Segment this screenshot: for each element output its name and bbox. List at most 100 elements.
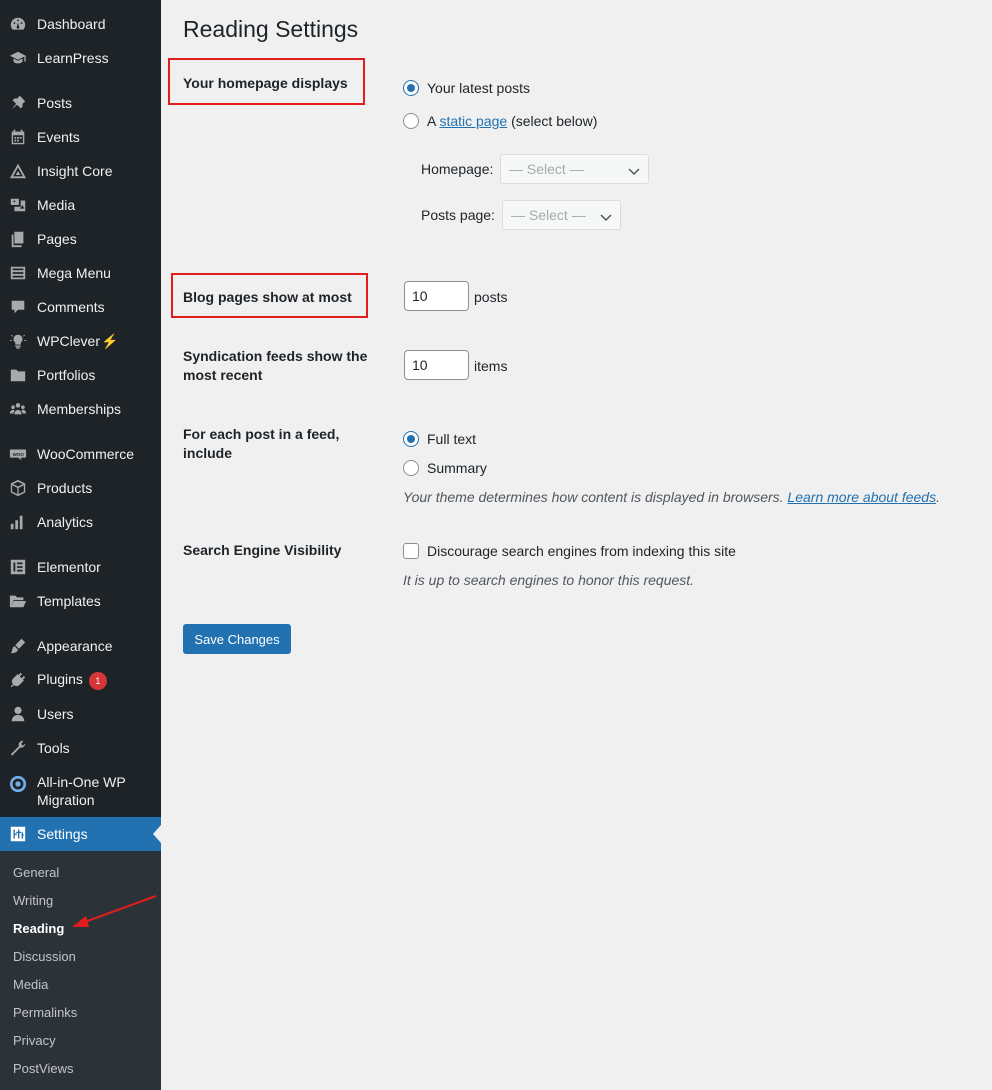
sidebar-item-all-in-one-wp-migration[interactable]: All-in-One WP Migration — [0, 773, 161, 813]
radio-label: A static page (select below) — [427, 113, 598, 129]
migration-icon — [8, 774, 28, 794]
radio-summary[interactable]: Summary — [403, 459, 487, 477]
calendar-icon — [8, 127, 28, 147]
radio-latest-posts[interactable]: Your latest posts — [403, 79, 530, 97]
settings-icon — [8, 824, 28, 844]
chevron-down-icon — [600, 210, 612, 222]
posts-unit-label: posts — [474, 289, 508, 305]
sidebar-item-label: Templates — [37, 593, 101, 609]
radio-button[interactable] — [403, 113, 419, 129]
radio-static-page[interactable]: A static page (select below) — [403, 112, 597, 130]
groups-icon — [8, 399, 28, 419]
feed-description: Your theme determines how content is dis… — [403, 489, 940, 505]
dashboard-icon — [8, 14, 28, 34]
sidebar-item-label: Portfolios — [37, 367, 96, 383]
search-visibility-label: Search Engine Visibility — [183, 542, 342, 558]
sidebar-item-products[interactable]: Products — [0, 471, 161, 505]
sidebar-item-label: All-in-One WP Migration — [37, 774, 126, 808]
sidebar-item-label: WPClever⚡ — [37, 333, 119, 349]
search-visibility-description: It is up to search engines to honor this… — [403, 572, 695, 588]
main-content: Reading Settings Your homepage displays … — [161, 0, 992, 1090]
items-unit-label: items — [474, 358, 508, 374]
sidebar-item-insight-core[interactable]: Insight Core — [0, 154, 161, 188]
sidebar-item-templates[interactable]: Templates — [0, 584, 161, 618]
sidebar-item-label: Appearance — [37, 638, 113, 654]
sidebar-item-pages[interactable]: Pages — [0, 222, 161, 256]
discourage-search-checkbox[interactable] — [403, 543, 419, 559]
sidebar-item-label: Analytics — [37, 514, 94, 530]
blog-pages-label: Blog pages show at most — [183, 289, 352, 305]
discourage-search-checkbox-row[interactable]: Discourage search engines from indexing … — [403, 542, 736, 560]
sidebar-item-label: Dashboard — [37, 16, 106, 32]
sidebar-item-portfolios[interactable]: Portfolios — [0, 358, 161, 392]
submenu-item-reading[interactable]: Reading — [13, 921, 64, 937]
sidebar-item-label: Insight Core — [37, 163, 113, 179]
sidebar-item-woocommerce[interactable]: WOO WooCommerce — [0, 437, 161, 471]
pin-icon — [8, 93, 28, 113]
sidebar-item-label: Tools — [37, 740, 70, 756]
update-count-badge: 1 — [88, 671, 107, 690]
submenu-item-discussion[interactable]: Discussion — [13, 949, 76, 965]
sidebar-item-media[interactable]: Media — [0, 188, 161, 222]
radio-button[interactable] — [403, 80, 419, 96]
sidebar-item-label: Users — [37, 706, 74, 722]
posts-per-rss-input[interactable]: 10 — [404, 350, 469, 380]
sidebar-item-label: Comments — [37, 299, 105, 315]
sidebar-item-wpclever[interactable]: WPClever⚡ — [0, 324, 161, 358]
radio-button[interactable] — [403, 460, 419, 476]
sidebar-item-analytics[interactable]: Analytics — [0, 505, 161, 539]
bar-chart-icon — [8, 512, 28, 532]
select-value: — Select — — [511, 207, 586, 223]
sidebar-item-appearance[interactable]: Appearance — [0, 629, 161, 663]
woocommerce-icon: WOO — [8, 444, 28, 464]
learn-more-feeds-link[interactable]: Learn more about feeds — [787, 489, 936, 505]
lightbulb-icon — [8, 331, 28, 351]
posts-per-page-input[interactable]: 10 — [404, 281, 469, 311]
sidebar-item-label: Pages — [37, 231, 77, 247]
sidebar-item-posts[interactable]: Posts — [0, 86, 161, 120]
static-page-link[interactable]: static page — [439, 113, 507, 129]
comment-icon — [8, 297, 28, 317]
box-icon — [8, 478, 28, 498]
select-value: — Select — — [509, 161, 584, 177]
submenu-item-privacy[interactable]: Privacy — [13, 1033, 56, 1049]
sidebar-item-label: Memberships — [37, 401, 122, 417]
sidebar-item-label: LearnPress — [37, 50, 109, 66]
sidebar-item-events[interactable]: Events — [0, 120, 161, 154]
submenu-item-permalinks[interactable]: Permalinks — [13, 1005, 77, 1021]
feed-include-label: For each post in a feed, include — [183, 426, 340, 461]
sidebar-item-label: Elementor — [37, 559, 101, 575]
submenu-item-general[interactable]: General — [13, 865, 59, 881]
posts-page-select[interactable]: — Select — — [502, 200, 621, 230]
homepage-select[interactable]: — Select — — [500, 154, 649, 184]
sidebar-item-elementor[interactable]: Elementor — [0, 550, 161, 584]
submenu-item-media[interactable]: Media — [13, 977, 48, 993]
sidebar-item-tools[interactable]: Tools — [0, 731, 161, 765]
radio-label: Summary — [427, 460, 487, 476]
svg-text:WOO: WOO — [13, 452, 25, 457]
radio-label: Your latest posts — [427, 80, 530, 96]
sidebar-item-memberships[interactable]: Memberships — [0, 392, 161, 426]
submenu-item-postviews[interactable]: PostViews — [13, 1061, 73, 1077]
brush-icon — [8, 636, 28, 656]
radio-button[interactable] — [403, 431, 419, 447]
radio-label: Full text — [427, 431, 477, 447]
radio-full-text[interactable]: Full text — [403, 430, 476, 448]
sidebar-item-label: WooCommerce — [37, 446, 134, 462]
sidebar-item-dashboard[interactable]: Dashboard — [0, 7, 161, 41]
save-changes-button[interactable]: Save Changes — [183, 624, 291, 654]
sidebar-item-label: Plugins 1 — [37, 670, 107, 690]
sidebar-item-label: Mega Menu — [37, 265, 111, 281]
sidebar-item-settings[interactable]: Settings — [0, 817, 161, 851]
folder-icon — [8, 365, 28, 385]
submenu-item-writing[interactable]: Writing — [13, 893, 53, 909]
sidebar-item-learnpress[interactable]: LearnPress — [0, 41, 161, 75]
settings-submenu: General Writing Reading Discussion Media… — [0, 851, 161, 1090]
sidebar-item-mega-menu[interactable]: Mega Menu — [0, 256, 161, 290]
sidebar-item-label: Products — [37, 480, 93, 496]
lightning-bolt-icon: ⚡ — [101, 333, 119, 349]
sidebar-item-comments[interactable]: Comments — [0, 290, 161, 324]
sidebar-item-label: Posts — [37, 95, 73, 111]
sidebar-item-users[interactable]: Users — [0, 697, 161, 731]
sidebar-item-plugins[interactable]: Plugins 1 — [0, 663, 161, 697]
